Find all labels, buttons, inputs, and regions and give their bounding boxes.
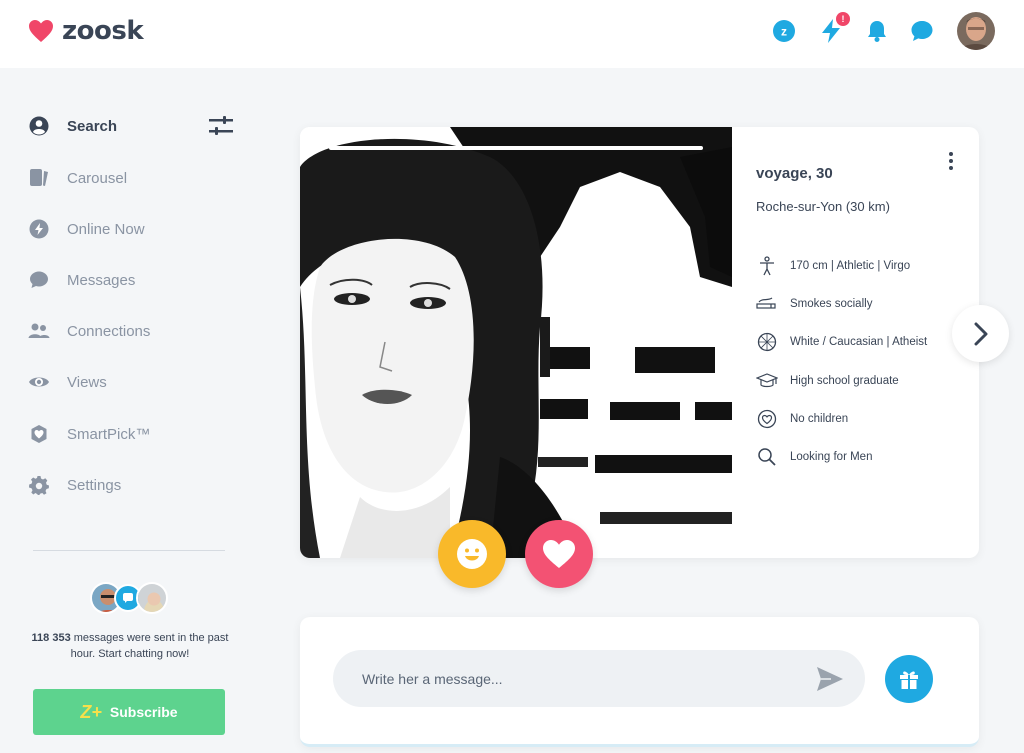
chevron-right-icon: [974, 322, 987, 345]
top-header: zoosk z !: [0, 0, 1024, 68]
coins-icon[interactable]: z: [771, 18, 797, 44]
sidebar-item-label: Connections: [67, 322, 151, 340]
globe-icon: [756, 331, 778, 353]
activity-avatars: [90, 582, 170, 618]
detail-text: High school graduate: [790, 375, 899, 387]
bell-icon[interactable]: [864, 18, 890, 44]
detail-text: No children: [790, 413, 849, 425]
sidebar: Search Carousel Online Now Messages Conn…: [0, 68, 260, 753]
message-panel: [300, 617, 979, 747]
sidebar-item-label: Online Now: [67, 220, 145, 238]
eye-icon: [28, 371, 50, 393]
user-avatar[interactable]: [957, 12, 995, 50]
bolt-icon: [28, 218, 50, 240]
sidebar-item-connections[interactable]: Connections: [28, 317, 150, 345]
sidebar-item-settings[interactable]: Settings: [28, 471, 121, 499]
sidebar-item-search[interactable]: Search: [28, 112, 117, 140]
profile-location: Roche-sur-Yon (30 km): [756, 199, 890, 214]
filter-sliders-icon[interactable]: [209, 115, 233, 137]
like-button[interactable]: [525, 520, 593, 588]
sidebar-item-online-now[interactable]: Online Now: [28, 215, 145, 243]
smiley-icon: [457, 539, 487, 569]
svg-text:z: z: [781, 25, 787, 39]
sidebar-item-label: Messages: [67, 271, 136, 289]
user-circle-icon: [28, 115, 50, 137]
avatar: [136, 582, 168, 614]
gift-button[interactable]: [885, 655, 933, 703]
sidebar-divider: [33, 550, 225, 551]
logo-text: zoosk: [62, 16, 144, 46]
notification-badge: !: [836, 12, 850, 26]
heart-icon: [543, 540, 575, 568]
profile-name-age: voyage, 30: [756, 165, 833, 182]
chat-icon[interactable]: [909, 18, 935, 44]
boost-icon[interactable]: !: [818, 12, 850, 44]
heart-outline-icon: [756, 408, 778, 430]
gift-icon: [900, 671, 918, 689]
send-icon[interactable]: [815, 665, 845, 693]
gear-icon: [28, 474, 50, 496]
logo-heart-icon: [29, 20, 53, 42]
detail-row: Smokes socially: [756, 294, 872, 314]
detail-text: Looking for Men: [790, 451, 873, 463]
sidebar-item-label: Views: [67, 373, 107, 391]
detail-row: 170 cm | Athletic | Virgo: [756, 256, 910, 276]
subscribe-label: Subscribe: [109, 704, 178, 720]
activity-message: 118 353 messages were sent in the past h…: [28, 630, 232, 662]
sidebar-item-messages[interactable]: Messages: [28, 266, 135, 294]
sidebar-item-label: Search: [67, 117, 118, 135]
sidebar-item-smartpick[interactable]: SmartPick™: [28, 420, 150, 448]
cigarette-icon: [756, 293, 778, 315]
next-profile-button[interactable]: [952, 305, 1009, 362]
sidebar-item-label: Settings: [67, 476, 122, 494]
users-icon: [28, 320, 50, 342]
search-icon: [756, 446, 778, 468]
carousel-icon: [28, 167, 50, 189]
detail-text: White / Caucasian | Atheist: [790, 336, 928, 348]
profile-photo[interactable]: [300, 127, 732, 558]
smile-button[interactable]: [438, 520, 506, 588]
sidebar-item-label: Carousel: [67, 169, 128, 187]
photo-progress-bar: [329, 146, 703, 150]
detail-row: High school graduate: [756, 371, 899, 391]
activity-text: messages were sent in the past hour. Sta…: [70, 632, 229, 660]
speech-bubble-icon: [28, 269, 50, 291]
zoosk-logo[interactable]: zoosk: [28, 16, 144, 46]
more-options-icon[interactable]: [946, 151, 956, 171]
sidebar-item-label: SmartPick™: [67, 425, 151, 443]
graduation-cap-icon: [756, 370, 778, 392]
detail-text: Smokes socially: [790, 298, 873, 310]
message-input[interactable]: [333, 650, 865, 707]
profile-card: voyage, 30 Roche-sur-Yon (30 km) 170 cm …: [300, 127, 979, 558]
sidebar-item-views[interactable]: Views: [28, 368, 107, 396]
detail-row: White / Caucasian | Atheist: [756, 332, 927, 352]
body-icon: [756, 255, 778, 277]
detail-row: Looking for Men: [756, 447, 872, 467]
profile-info: voyage, 30 Roche-sur-Yon (30 km) 170 cm …: [756, 127, 979, 558]
smartpick-icon: [28, 423, 50, 445]
zplus-icon: Z+: [80, 701, 102, 722]
sidebar-item-carousel[interactable]: Carousel: [28, 164, 127, 192]
detail-text: 170 cm | Athletic | Virgo: [790, 260, 911, 272]
subscribe-button[interactable]: Z+ Subscribe: [33, 689, 225, 735]
activity-count: 118 353: [31, 632, 71, 644]
detail-row: No children: [756, 409, 848, 429]
